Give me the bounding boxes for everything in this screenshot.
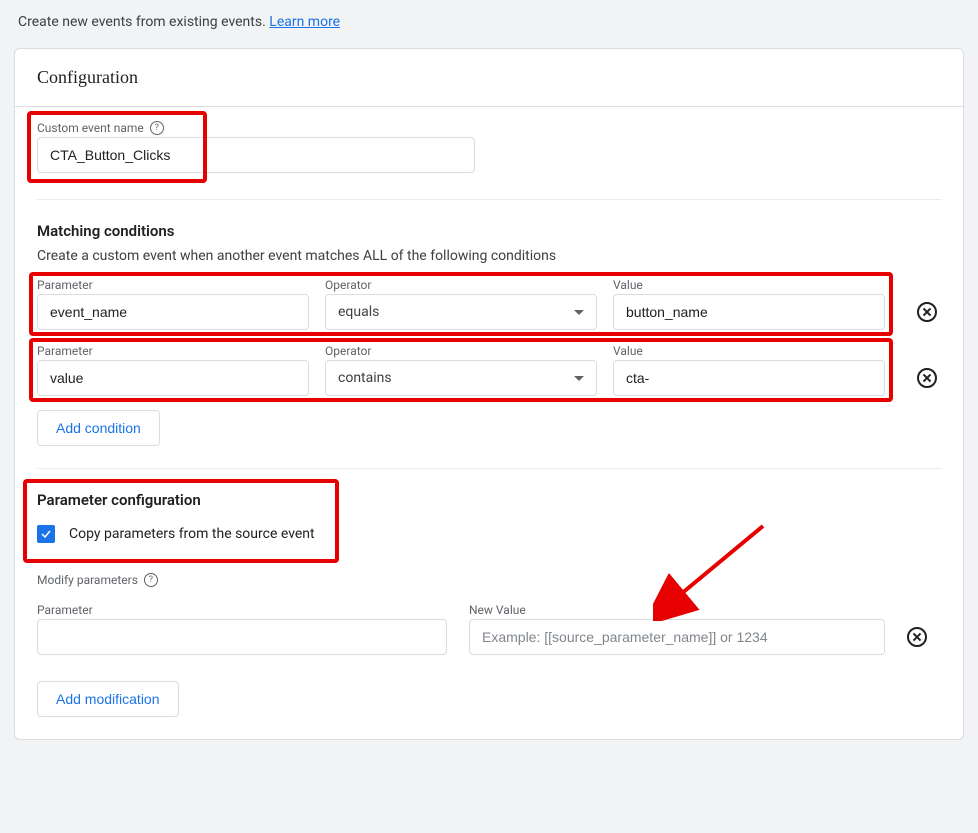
remove-condition-button[interactable] <box>913 298 941 326</box>
condition-parameter-input[interactable] <box>37 294 309 330</box>
add-condition-button[interactable]: Add condition <box>37 410 160 446</box>
custom-event-label: Custom event name ? <box>37 121 475 135</box>
check-icon <box>40 528 52 540</box>
modify-parameter-input[interactable] <box>37 619 447 655</box>
matching-title: Matching conditions <box>37 222 941 240</box>
chevron-down-icon <box>574 310 584 315</box>
copy-params-checkbox[interactable] <box>37 525 55 543</box>
condition-value-input[interactable] <box>613 294 885 330</box>
close-circle-icon <box>917 368 937 388</box>
operator-label: Operator <box>325 278 597 292</box>
card-title: Configuration <box>15 49 963 107</box>
modify-newvalue-input[interactable] <box>469 619 885 655</box>
help-icon[interactable]: ? <box>150 121 164 135</box>
remove-modification-button[interactable] <box>903 623 931 651</box>
modify-param-label: Parameter <box>37 603 447 617</box>
banner: Create new events from existing events. … <box>14 0 964 48</box>
modify-title: Modify parameters ? <box>37 573 941 587</box>
add-modification-button[interactable]: Add modification <box>37 681 179 717</box>
value-label: Value <box>613 278 885 292</box>
param-label: Parameter <box>37 278 309 292</box>
copy-params-label: Copy parameters from the source event <box>69 526 315 542</box>
banner-text: Create new events from existing events. <box>18 14 266 30</box>
condition-parameter-input[interactable] <box>37 360 309 396</box>
condition-operator-select[interactable]: contains <box>325 360 597 396</box>
config-card: Configuration Custom event name ? Matchi… <box>14 48 964 740</box>
condition-value-input[interactable] <box>613 360 885 396</box>
value-label: Value <box>613 344 885 358</box>
matching-subtitle: Create a custom event when another event… <box>37 248 941 264</box>
help-icon[interactable]: ? <box>144 573 158 587</box>
operator-label: Operator <box>325 344 597 358</box>
learn-more-link[interactable]: Learn more <box>269 14 340 30</box>
chevron-down-icon <box>574 376 584 381</box>
param-label: Parameter <box>37 344 309 358</box>
custom-event-input[interactable] <box>37 137 475 173</box>
condition-operator-select[interactable]: equals <box>325 294 597 330</box>
remove-condition-button[interactable] <box>913 364 941 392</box>
close-circle-icon <box>917 302 937 322</box>
param-config-title: Parameter configuration <box>37 491 337 509</box>
modify-newvalue-label: New Value <box>469 603 885 617</box>
close-circle-icon <box>907 627 927 647</box>
